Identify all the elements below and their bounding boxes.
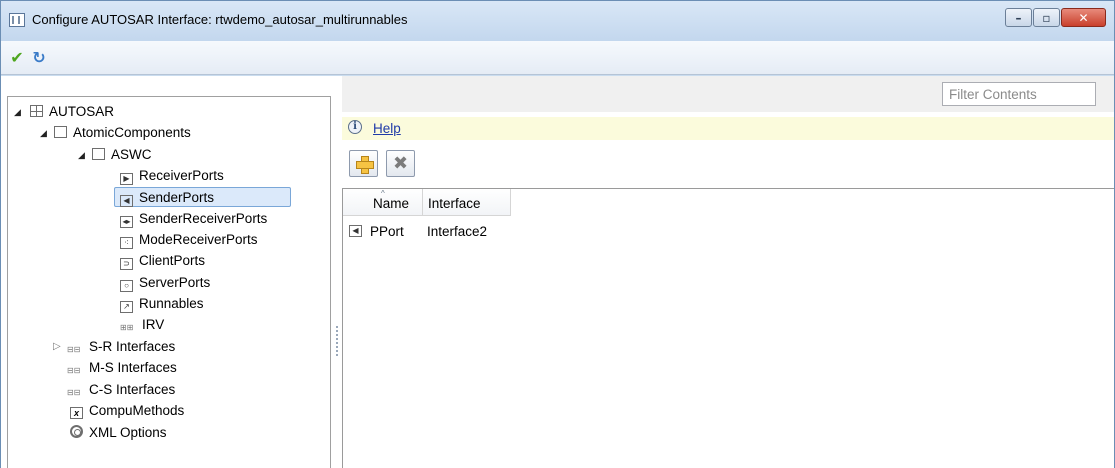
tree-item-mode-receiver-ports[interactable]: ⁖ ModeReceiverPorts — [117, 230, 261, 250]
details-pane: i Help ✖ ^ Name Interface ◀ PPort — [342, 76, 1114, 468]
component-box-icon — [92, 148, 105, 160]
interface-icon: ⊟⊟ — [67, 388, 81, 397]
tree-item-aswc[interactable]: ◢ ASWC — [78, 145, 152, 165]
close-button[interactable]: ✕ — [1061, 8, 1106, 27]
tree-item-client-ports[interactable]: ⊃ ClientPorts — [117, 251, 208, 271]
mode-receiver-port-icon: ⁖ — [120, 237, 133, 249]
client-port-icon: ⊃ — [120, 258, 133, 270]
tree-label: SenderPorts — [139, 190, 215, 205]
window-title: Configure AUTOSAR Interface: rtwdemo_aut… — [32, 12, 408, 27]
delete-icon: ✖ — [393, 153, 409, 174]
help-link[interactable]: Help — [373, 121, 401, 136]
receiver-port-icon: ▶ — [120, 173, 133, 185]
tree-item-runnables[interactable]: ↗ Runnables — [117, 294, 207, 314]
tree-label: M-S Interfaces — [89, 360, 177, 375]
tree-label: AUTOSAR — [49, 104, 115, 119]
tree-item-sr-interfaces[interactable]: ▷ ⊟⊟ S-R Interfaces — [53, 337, 176, 357]
refresh-icon[interactable]: ↻ — [29, 48, 49, 68]
tree-item-atomic-components[interactable]: ◢ AtomicComponents — [40, 123, 191, 143]
interface-icon: ⊟⊟ — [67, 345, 81, 354]
tree-item-xml-options[interactable]: XML Options — [70, 423, 167, 443]
tree-item-ms-interfaces[interactable]: ⊟⊟ M-S Interfaces — [67, 358, 177, 378]
tree-label: CompuMethods — [89, 403, 185, 418]
column-label: Name — [373, 196, 410, 211]
tree-label: SenderReceiverPorts — [139, 211, 268, 226]
column-header-name[interactable]: ^ Name — [343, 189, 423, 216]
component-box-icon — [54, 126, 67, 138]
app-icon — [9, 13, 25, 27]
tree-item-compu-methods[interactable]: x CompuMethods — [70, 401, 184, 421]
tree-label: C-S Interfaces — [89, 382, 176, 397]
tree-label: ClientPorts — [139, 253, 206, 268]
collapsed-triangle-icon[interactable]: ▷ — [53, 337, 61, 357]
interface-icon: ⊟⊟ — [67, 366, 81, 375]
tree-label: S-R Interfaces — [89, 339, 176, 354]
tree-label: IRV — [142, 317, 165, 332]
maximize-button[interactable]: ▫ — [1033, 8, 1060, 27]
tree-item-sender-receiver-ports[interactable]: ◂▸ SenderReceiverPorts — [117, 209, 270, 229]
cell-name[interactable]: PPort — [370, 221, 404, 242]
tree-item-cs-interfaces[interactable]: ⊟⊟ C-S Interfaces — [67, 380, 175, 400]
app-window: Configure AUTOSAR Interface: rtwdemo_aut… — [0, 0, 1115, 468]
sender-port-icon: ◀ — [349, 225, 362, 237]
server-port-icon: ○ — [120, 280, 133, 292]
function-icon: x — [70, 407, 83, 419]
autosar-tree: ◢ AUTOSAR ◢ AtomicComponents ◢ ASWC ▶ Rec… — [7, 96, 331, 468]
tree-item-server-ports[interactable]: ○ ServerPorts — [117, 273, 213, 293]
tree-item-irv[interactable]: ⊞⊞ IRV — [117, 315, 167, 335]
table-header: ^ Name Interface — [343, 189, 511, 216]
delete-button[interactable]: ✖ — [386, 150, 415, 177]
info-icon: i — [348, 120, 362, 134]
expanded-triangle-icon[interactable]: ◢ — [78, 145, 85, 165]
sender-receiver-port-icon: ◂▸ — [120, 216, 133, 228]
autosar-grid-icon — [30, 105, 43, 117]
tree-label: ASWC — [111, 147, 152, 162]
tree-label: ServerPorts — [139, 275, 211, 290]
tree-label: XML Options — [89, 425, 167, 440]
check-icon[interactable]: ✔ — [7, 48, 27, 68]
sort-caret-icon: ^ — [381, 189, 385, 198]
tree-label: ModeReceiverPorts — [139, 232, 258, 247]
filter-input[interactable] — [942, 82, 1096, 106]
ports-table: ^ Name Interface ◀ PPort Interface2 — [342, 188, 1114, 468]
expanded-triangle-icon[interactable]: ◢ — [14, 102, 21, 122]
irv-icon: ⊞⊞ — [120, 323, 134, 332]
column-header-interface[interactable]: Interface — [423, 189, 511, 216]
maximize-icon: ▫ — [1042, 11, 1051, 25]
tree-item-autosar[interactable]: ◢ AUTOSAR — [14, 102, 115, 122]
tree-item-receiver-ports[interactable]: ▶ ReceiverPorts — [117, 166, 227, 186]
tree-label: Runnables — [139, 296, 204, 311]
sender-port-icon: ◀ — [120, 195, 133, 207]
toolbar: ✔ ↻ — [1, 41, 1114, 75]
cell-interface[interactable]: Interface2 — [427, 221, 487, 242]
minimize-button[interactable]: – — [1005, 8, 1032, 27]
title-bar[interactable]: Configure AUTOSAR Interface: rtwdemo_aut… — [1, 1, 1114, 41]
window-controls: – ▫ ✕ — [1005, 8, 1106, 27]
content-area: ◢ AUTOSAR ◢ AtomicComponents ◢ ASWC ▶ Rec… — [1, 76, 1114, 468]
help-bar: i Help — [342, 117, 1114, 140]
tree-item-sender-ports[interactable]: ◀ SenderPorts — [114, 187, 291, 207]
runnable-icon: ↗ — [120, 301, 133, 313]
tree-label: AtomicComponents — [73, 125, 191, 140]
add-button[interactable] — [349, 150, 378, 177]
add-icon — [356, 156, 374, 174]
tree-label: ReceiverPorts — [139, 168, 224, 183]
gear-icon — [70, 425, 83, 438]
filter-bar — [342, 76, 1114, 112]
splitter-grip-icon[interactable] — [336, 326, 338, 356]
column-label: Interface — [428, 196, 481, 211]
close-icon: ✕ — [1078, 11, 1089, 25]
expanded-triangle-icon[interactable]: ◢ — [40, 123, 47, 143]
pane-splitter[interactable] — [334, 76, 340, 468]
minimize-icon: – — [1015, 11, 1022, 25]
